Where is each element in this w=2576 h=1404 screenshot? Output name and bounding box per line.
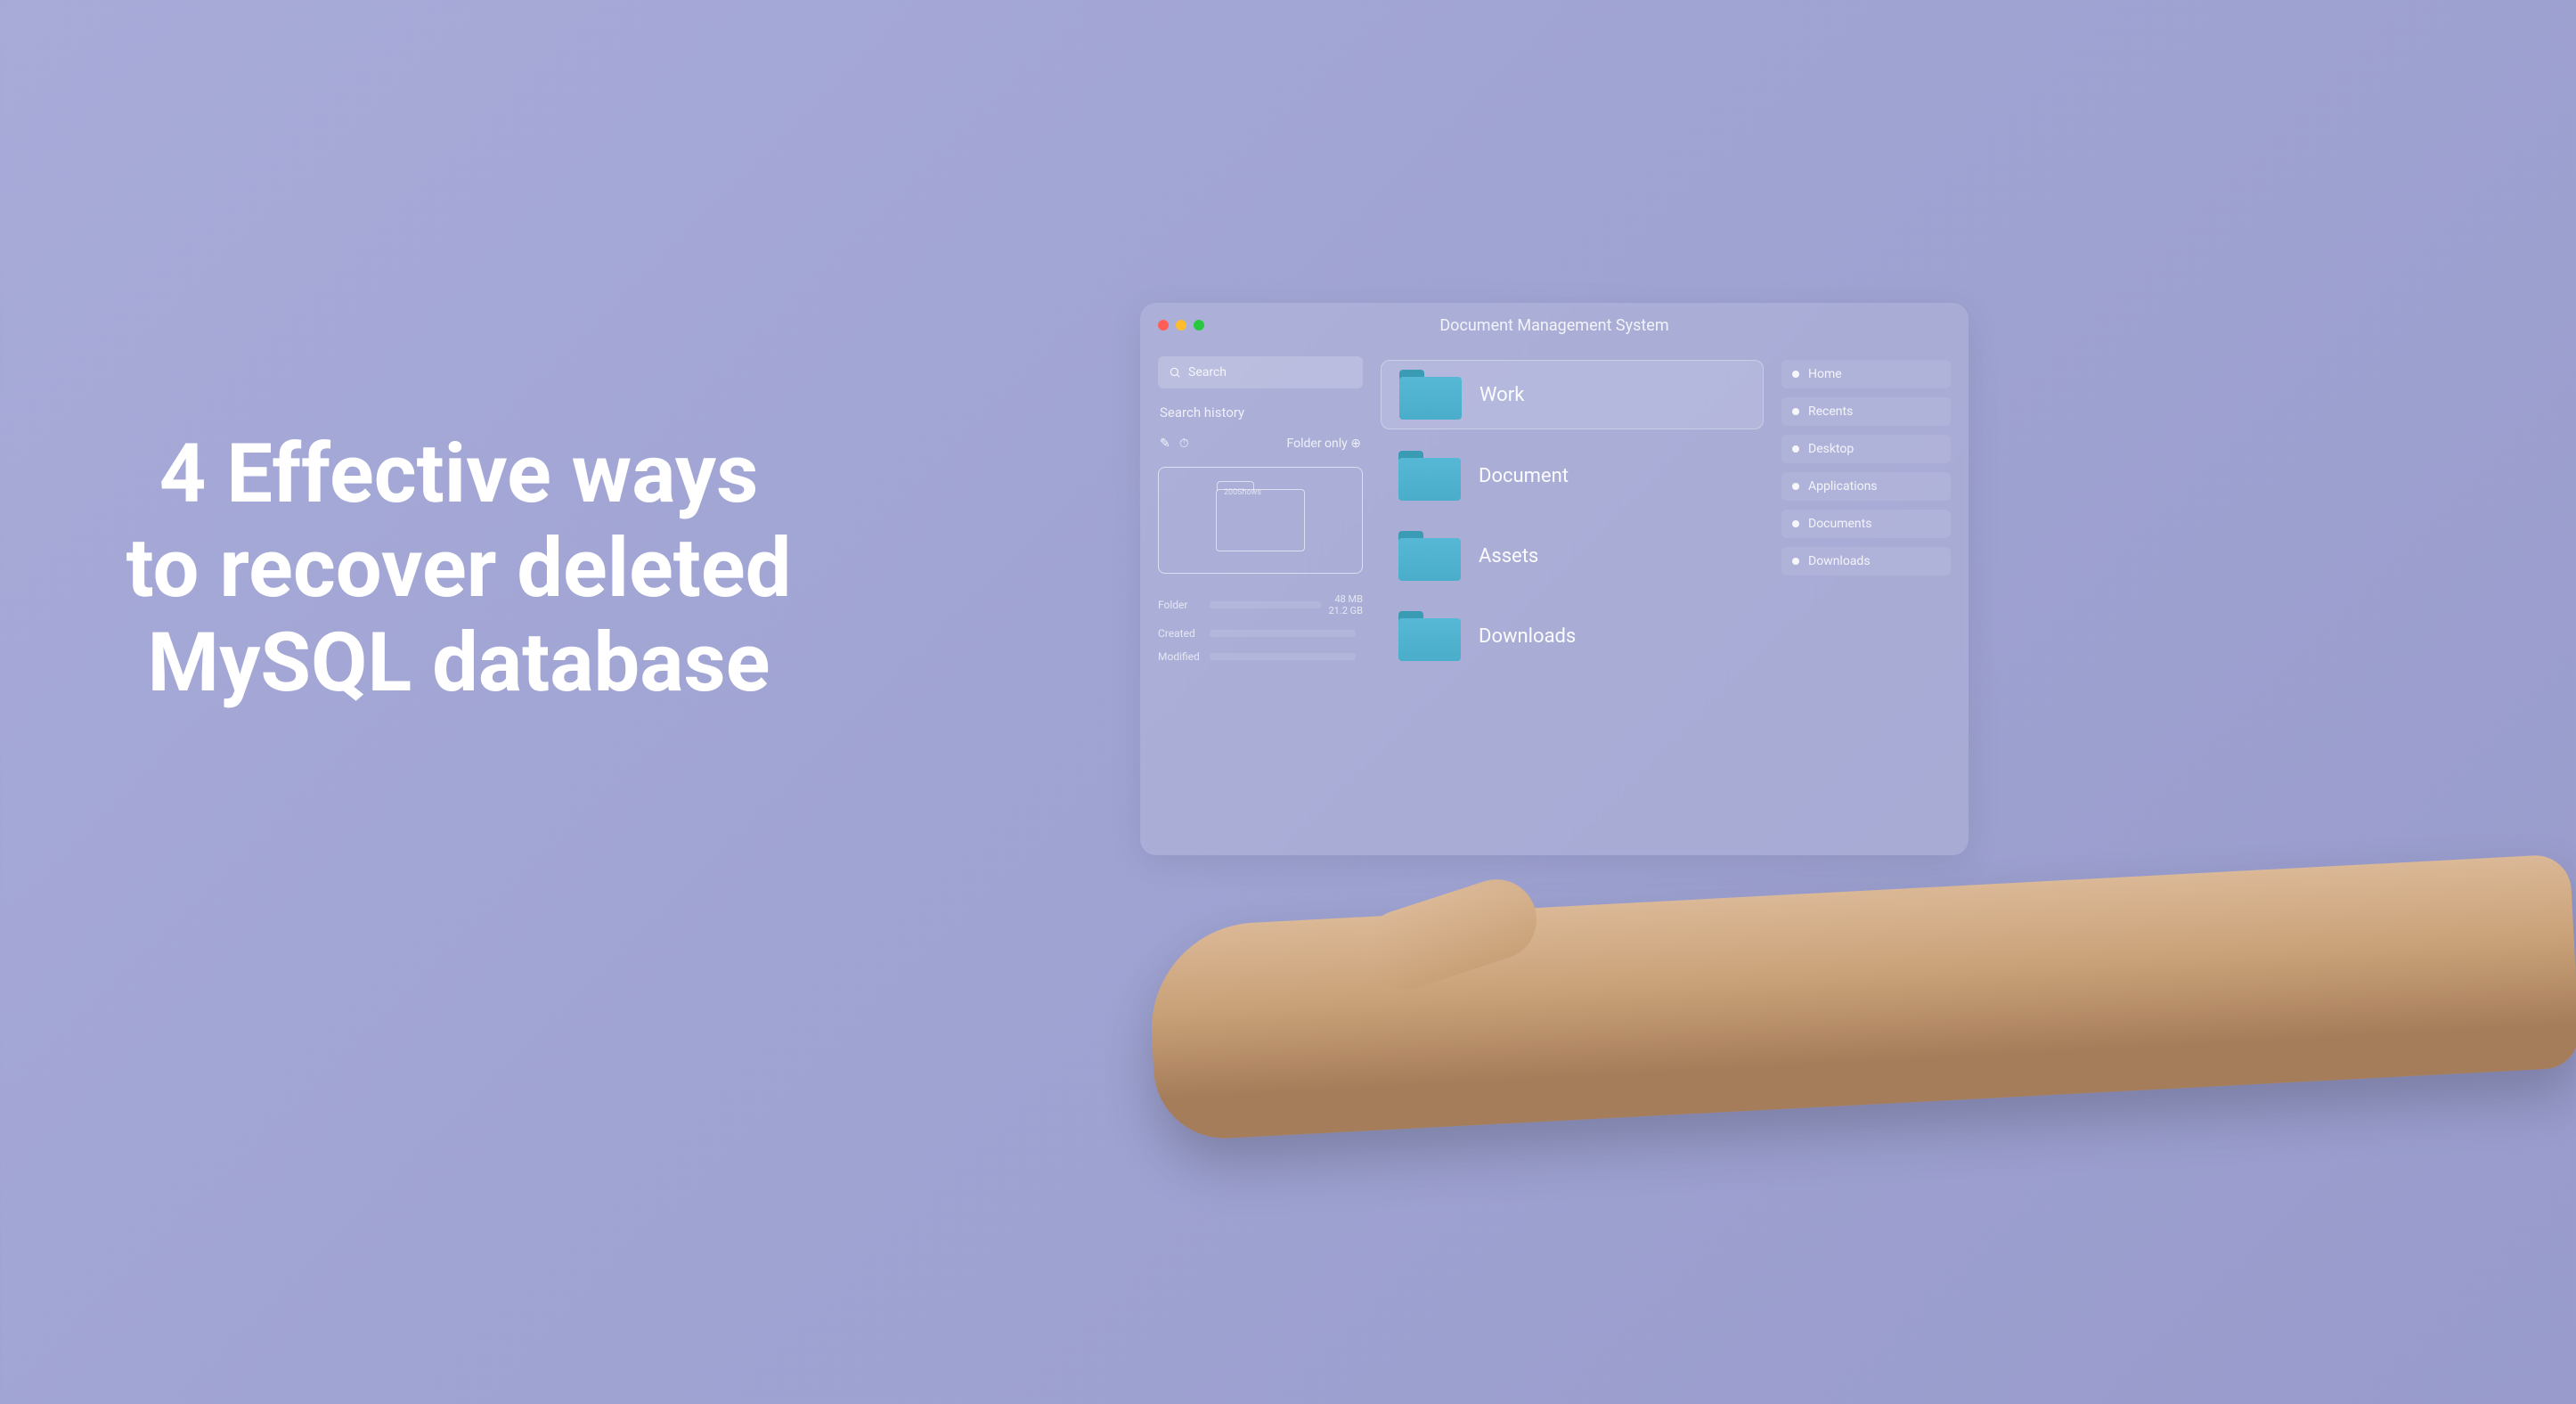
folder-icon (1398, 611, 1461, 661)
traffic-lights (1158, 320, 1204, 331)
minimize-icon[interactable] (1176, 320, 1186, 331)
toolbar-row: ✎ ⏱ Folder only ⊕ (1158, 437, 1363, 451)
file-manager-window: Document Management System Search Search… (1140, 303, 1969, 855)
folder-icon (1398, 451, 1461, 501)
nav-item-applications[interactable]: Applications (1781, 472, 1951, 501)
edit-icon[interactable]: ✎ (1160, 437, 1170, 451)
maximize-icon[interactable] (1194, 320, 1204, 331)
folder-preview: 200Shows (1158, 467, 1363, 574)
search-icon (1169, 366, 1181, 379)
title-container: 4 Effective ways to recover deleted MySQ… (125, 428, 793, 710)
nav-item-desktop[interactable]: Desktop (1781, 435, 1951, 463)
bullet-icon (1792, 520, 1799, 527)
folder-icon (1399, 370, 1462, 420)
folder-outline-icon: 200Shows (1216, 489, 1305, 551)
meta-row-created: Created (1158, 627, 1363, 640)
window-title: Document Management System (1439, 316, 1668, 335)
folder-item-downloads[interactable]: Downloads (1381, 602, 1764, 670)
bullet-icon (1792, 558, 1799, 565)
meta-row-modified: Modified (1158, 650, 1363, 663)
sidebar-left: Search Search history ✎ ⏱ Folder only ⊕ … (1158, 356, 1363, 837)
bullet-icon (1792, 408, 1799, 415)
close-icon[interactable] (1158, 320, 1169, 331)
bullet-icon (1792, 371, 1799, 378)
search-history-label[interactable]: Search history (1158, 401, 1363, 424)
main-title: 4 Effective ways to recover deleted MySQ… (125, 428, 793, 710)
meta-section: Folder 48 MB 21.2 GB Created Modified (1158, 593, 1363, 663)
search-input[interactable]: Search (1158, 356, 1363, 388)
meta-row-folder: Folder 48 MB 21.2 GB (1158, 593, 1363, 616)
folder-icon (1398, 531, 1461, 581)
folder-item-assets[interactable]: Assets (1381, 522, 1764, 590)
sidebar-right: Home Recents Desktop Applications Docume… (1781, 356, 1951, 837)
nav-item-recents[interactable]: Recents (1781, 397, 1951, 426)
folder-item-document[interactable]: Document (1381, 442, 1764, 510)
folder-item-work[interactable]: Work (1381, 360, 1764, 429)
window-body: Search Search history ✎ ⏱ Folder only ⊕ … (1140, 347, 1969, 855)
bullet-icon (1792, 483, 1799, 490)
window-titlebar: Document Management System (1140, 303, 1969, 347)
folder-only-label[interactable]: Folder only ⊕ (1287, 437, 1361, 451)
toolbar-icons: ✎ ⏱ (1160, 437, 1189, 451)
hand-illustration (1151, 820, 2576, 1265)
nav-item-downloads[interactable]: Downloads (1781, 547, 1951, 575)
nav-item-home[interactable]: Home (1781, 360, 1951, 388)
nav-item-documents[interactable]: Documents (1781, 510, 1951, 538)
folder-list: Work Document Assets (1381, 356, 1764, 837)
search-placeholder: Search (1188, 365, 1227, 380)
bullet-icon (1792, 445, 1799, 453)
clock-icon[interactable]: ⏱ (1179, 437, 1189, 451)
